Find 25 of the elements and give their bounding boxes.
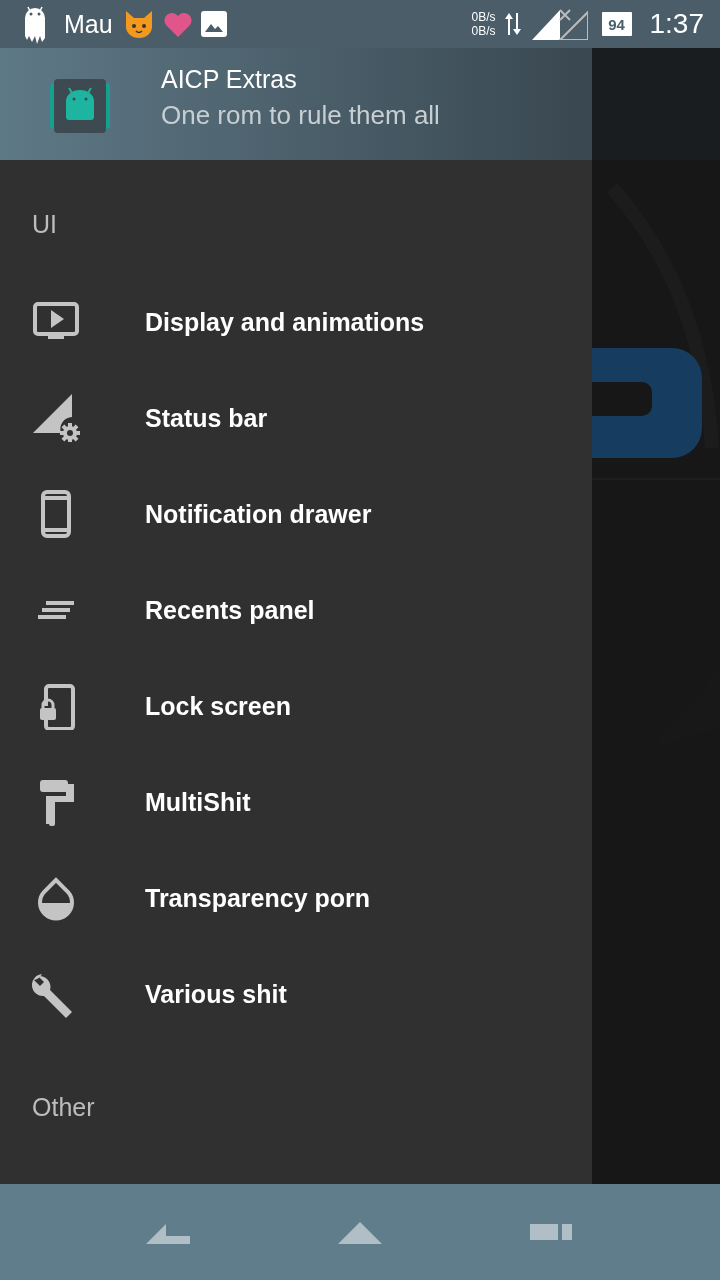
- home-icon[interactable]: [338, 1220, 382, 1244]
- menu-item[interactable]: Various shit: [0, 946, 592, 1042]
- android-ghost-icon: [22, 4, 48, 44]
- menu-item[interactable]: Transparency porn: [0, 850, 592, 946]
- upload-speed: 0B/s: [471, 10, 496, 24]
- app-title: AICP Extras: [161, 65, 298, 94]
- section-header: Other: [31, 1092, 96, 1123]
- notification-label: Mau: [64, 9, 113, 39]
- section-header: UI: [31, 209, 58, 240]
- menu-item[interactable]: Display and animations: [0, 274, 592, 370]
- signal-icon: [529, 8, 588, 40]
- image-icon: [200, 11, 227, 37]
- download-speed: 0B/s: [471, 24, 496, 38]
- battery-level: 94: [608, 15, 625, 33]
- signal-gear-icon: [32, 394, 80, 442]
- menu-item[interactable]: Notification drawer: [0, 466, 592, 562]
- heart-icon: [162, 11, 193, 37]
- data-arrows-icon: [503, 11, 522, 37]
- menu-item[interactable]: Lock screen: [0, 658, 592, 754]
- menu-item[interactable]: MultiShit: [0, 754, 592, 850]
- app-subtitle: One rom to rule them all: [161, 100, 440, 131]
- clock: 1:37: [649, 8, 704, 40]
- android-app-icon: [50, 79, 110, 133]
- menu-item[interactable]: Recents panel: [0, 562, 592, 658]
- menu-item[interactable]: Status bar: [0, 370, 592, 466]
